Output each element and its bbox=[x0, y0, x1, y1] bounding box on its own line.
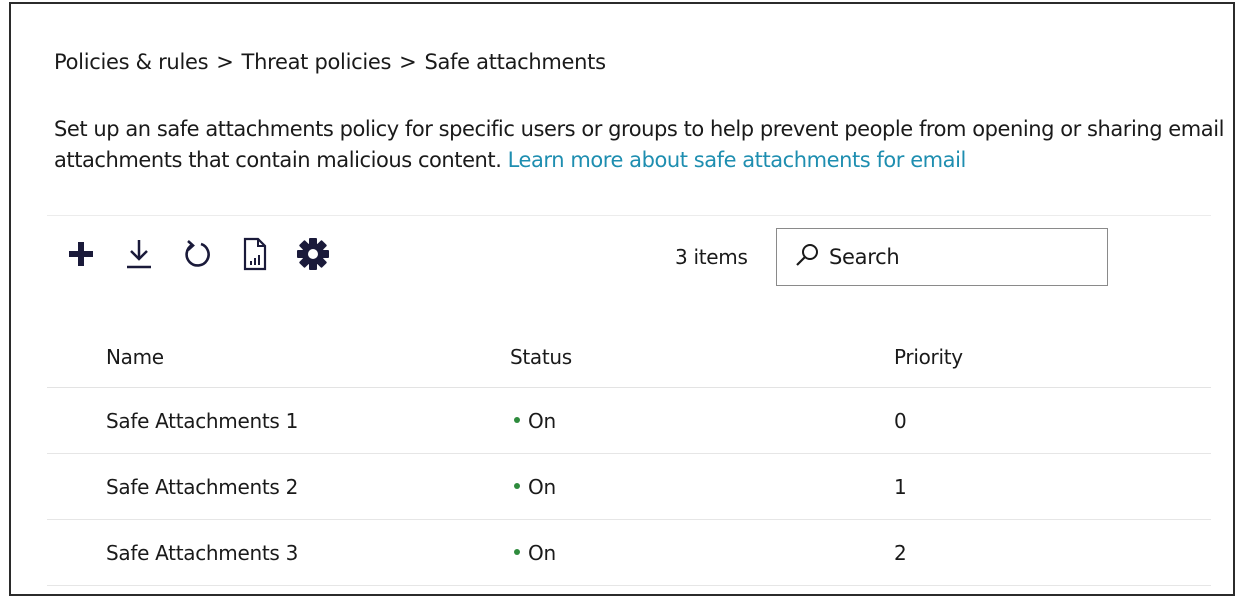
column-header-priority[interactable]: Priority bbox=[894, 345, 963, 369]
add-button[interactable] bbox=[64, 234, 98, 274]
items-count: 3 items bbox=[675, 245, 748, 269]
policy-status: On bbox=[510, 475, 556, 499]
table-row[interactable]: Safe Attachments 3 On 2 bbox=[47, 520, 1211, 586]
page-frame: Policies & rules > Threat policies > Safe at… bbox=[9, 2, 1235, 596]
settings-button[interactable] bbox=[296, 234, 330, 274]
status-on-icon bbox=[514, 483, 520, 489]
status-on-icon bbox=[514, 549, 520, 555]
policy-priority: 1 bbox=[894, 474, 907, 499]
status-on-icon bbox=[514, 417, 520, 423]
status-text: On bbox=[528, 540, 556, 565]
breadcrumb-item-safe-attachments: Safe attachments bbox=[424, 50, 606, 74]
add-icon bbox=[68, 241, 94, 267]
search-icon bbox=[795, 243, 819, 271]
breadcrumb: Policies & rules > Threat policies > Safe at… bbox=[54, 50, 606, 74]
column-header-status[interactable]: Status bbox=[510, 345, 572, 369]
toolbar bbox=[64, 232, 354, 276]
table-header-row: Name Status Priority bbox=[47, 326, 1211, 388]
policy-priority: 2 bbox=[894, 540, 907, 565]
policy-name: Safe Attachments 3 bbox=[106, 540, 299, 565]
policy-status: On bbox=[510, 409, 556, 433]
refresh-button[interactable] bbox=[180, 234, 214, 274]
status-text: On bbox=[528, 408, 556, 433]
table-row[interactable]: Safe Attachments 2 On 1 bbox=[47, 454, 1211, 520]
breadcrumb-separator: > bbox=[216, 50, 234, 74]
policy-name: Safe Attachments 1 bbox=[106, 408, 299, 433]
policy-priority: 0 bbox=[894, 408, 907, 433]
policy-name: Safe Attachments 2 bbox=[106, 474, 299, 499]
search-box[interactable] bbox=[776, 228, 1108, 286]
table-row[interactable]: Safe Attachments 1 On 0 bbox=[47, 388, 1211, 454]
learn-more-link[interactable]: Learn more about safe attachments for em… bbox=[508, 148, 967, 172]
report-button[interactable] bbox=[238, 234, 272, 274]
refresh-icon bbox=[182, 238, 212, 270]
search-input[interactable] bbox=[827, 244, 1091, 270]
divider bbox=[47, 215, 1211, 216]
report-icon bbox=[242, 237, 268, 271]
breadcrumb-item-threat-policies[interactable]: Threat policies bbox=[242, 50, 392, 74]
breadcrumb-item-policies-rules[interactable]: Policies & rules bbox=[54, 50, 209, 74]
breadcrumb-separator: > bbox=[399, 50, 417, 74]
page-description: Set up an safe attachments policy for sp… bbox=[54, 114, 1234, 176]
policy-status: On bbox=[510, 541, 556, 565]
policies-table: Name Status Priority Safe Attachments 1 … bbox=[47, 326, 1211, 586]
status-text: On bbox=[528, 474, 556, 499]
settings-icon bbox=[296, 237, 330, 271]
column-header-name[interactable]: Name bbox=[106, 345, 164, 369]
download-icon bbox=[124, 237, 154, 271]
export-button[interactable] bbox=[122, 234, 156, 274]
